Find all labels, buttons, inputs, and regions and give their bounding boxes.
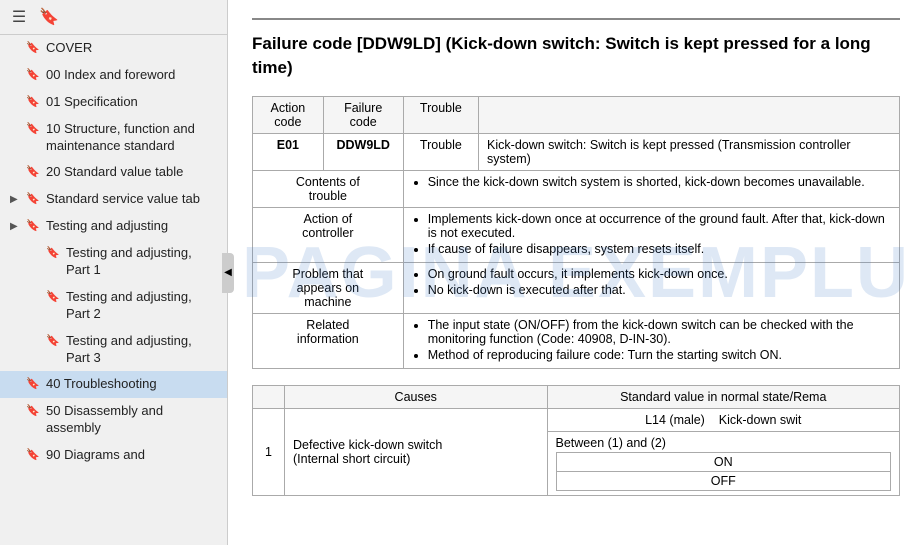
expand-icon-5[interactable]: ▶ bbox=[10, 193, 22, 206]
sidebar-item-8[interactable]: 🔖 Testing and adjusting, Part 2 bbox=[0, 284, 227, 328]
sidebar-item-label-1: 00 Index and foreword bbox=[46, 67, 175, 84]
problem-item-1: On ground fault occurs, it implements ki… bbox=[428, 267, 891, 281]
causes-col-standard: Standard value in normal state/Rema bbox=[547, 385, 900, 408]
sidebar-item-1[interactable]: 🔖 00 Index and foreword bbox=[0, 62, 227, 89]
sidebar-item-label-11: 50 Disassembly and assembly bbox=[46, 403, 219, 437]
sidebar-item-label-6: Testing and adjusting bbox=[46, 218, 168, 235]
col-trouble-desc bbox=[479, 96, 900, 133]
bookmark-item-icon-0: 🔖 bbox=[26, 41, 42, 55]
sidebar-toolbar: ☰ 🔖 bbox=[0, 0, 227, 35]
bookmark-item-icon-10: 🔖 bbox=[26, 377, 42, 391]
contents-label: Contents oftrouble bbox=[253, 170, 404, 207]
bookmark-icon[interactable]: 🔖 bbox=[38, 6, 60, 28]
contents-value: Since the kick-down switch system is sho… bbox=[403, 170, 899, 207]
sidebar-item-2[interactable]: 🔖 01 Specification bbox=[0, 89, 227, 116]
problem-value: On ground fault occurs, it implements ki… bbox=[403, 262, 899, 313]
sidebar-item-label-0: COVER bbox=[46, 40, 92, 57]
action-item-2: If cause of failure disappears, system r… bbox=[428, 242, 891, 256]
sidebar-wrapper: ☰ 🔖 🔖 COVER 🔖 00 Index and foreword 🔖 01 Spec… bbox=[0, 0, 228, 545]
sidebar-item-6[interactable]: ▶ 🔖 Testing and adjusting bbox=[0, 213, 227, 240]
info-table: Action code Failure code Trouble E01 DDW… bbox=[252, 96, 900, 369]
cause-desc-1: Defective kick-down switch(Internal shor… bbox=[285, 408, 548, 495]
menu-icon[interactable]: ☰ bbox=[8, 6, 30, 28]
bookmark-item-icon-5: 🔖 bbox=[26, 192, 42, 206]
sidebar-item-7[interactable]: 🔖 Testing and adjusting, Part 1 bbox=[0, 240, 227, 284]
problem-item-2: No kick-down is executed after that. bbox=[428, 283, 891, 297]
bookmark-item-icon-1: 🔖 bbox=[26, 68, 42, 82]
bookmark-item-icon-12: 🔖 bbox=[26, 448, 42, 462]
page-title: Failure code [DDW9LD] (Kick-down switch:… bbox=[252, 32, 900, 80]
bookmark-item-icon-4: 🔖 bbox=[26, 165, 42, 179]
sidebar: ☰ 🔖 🔖 COVER 🔖 00 Index and foreword 🔖 01 Spec… bbox=[0, 0, 228, 545]
causes-col-causes: Causes bbox=[285, 385, 548, 408]
action-item-1: Implements kick-down once at occurrence … bbox=[428, 212, 891, 240]
sidebar-item-label-10: 40 Troubleshooting bbox=[46, 376, 157, 393]
sidebar-item-3[interactable]: 🔖 10 Structure, function and maintenance … bbox=[0, 116, 227, 160]
sidebar-item-label-8: Testing and adjusting, Part 2 bbox=[66, 289, 219, 323]
cause-number-1: 1 bbox=[253, 408, 285, 495]
main-content: PAGINA EXEMPLU Failure code [DDW9LD] (Ki… bbox=[228, 0, 924, 545]
bookmark-item-icon-6: 🔖 bbox=[26, 219, 42, 233]
trouble-label: Trouble bbox=[403, 133, 478, 170]
sidebar-item-5[interactable]: ▶ 🔖 Standard service value tab bbox=[0, 186, 227, 213]
bookmark-item-icon-2: 🔖 bbox=[26, 95, 42, 109]
related-value: The input state (ON/OFF) from the kick-d… bbox=[403, 313, 899, 368]
causes-col-num bbox=[253, 385, 285, 408]
sidebar-item-label-4: 20 Standard value table bbox=[46, 164, 183, 181]
sidebar-item-label-5: Standard service value tab bbox=[46, 191, 200, 208]
expand-icon-6[interactable]: ▶ bbox=[10, 220, 22, 233]
causes-table: Causes Standard value in normal state/Re… bbox=[252, 385, 900, 496]
sidebar-item-11[interactable]: 🔖 50 Disassembly and assembly bbox=[0, 398, 227, 442]
sidebar-collapse-handle[interactable]: ◀ bbox=[222, 253, 234, 293]
cause-off-value: OFF bbox=[556, 471, 891, 490]
sidebar-item-label-7: Testing and adjusting, Part 1 bbox=[66, 245, 219, 279]
sidebar-item-label-3: 10 Structure, function and maintenance s… bbox=[46, 121, 219, 155]
sidebar-item-0[interactable]: 🔖 COVER bbox=[0, 35, 227, 62]
problem-label: Problem thatappears onmachine bbox=[253, 262, 404, 313]
sidebar-item-10[interactable]: 🔖 40 Troubleshooting bbox=[0, 371, 227, 398]
sidebar-item-label-9: Testing and adjusting, Part 3 bbox=[66, 333, 219, 367]
related-item-1: The input state (ON/OFF) from the kick-d… bbox=[428, 318, 891, 346]
sidebar-items: 🔖 COVER 🔖 00 Index and foreword 🔖 01 Specific… bbox=[0, 35, 227, 469]
bookmark-item-icon-8: 🔖 bbox=[46, 290, 62, 304]
bookmark-item-icon-7: 🔖 bbox=[46, 246, 62, 260]
action-value: Implements kick-down once at occurrence … bbox=[403, 207, 899, 262]
bookmark-item-icon-3: 🔖 bbox=[26, 122, 42, 136]
action-label: Action ofcontroller bbox=[253, 207, 404, 262]
related-item-2: Method of reproducing failure code: Turn… bbox=[428, 348, 891, 362]
sidebar-item-12[interactable]: 🔖 90 Diagrams and bbox=[0, 442, 227, 469]
sidebar-item-4[interactable]: 🔖 20 Standard value table bbox=[0, 159, 227, 186]
top-divider bbox=[252, 18, 900, 20]
cause-subcol-l14: L14 (male) Kick-down swit bbox=[547, 408, 900, 431]
col-trouble: Trouble bbox=[403, 96, 478, 133]
sidebar-item-label-12: 90 Diagrams and bbox=[46, 447, 145, 464]
bookmark-item-icon-11: 🔖 bbox=[26, 404, 42, 418]
failure-code-value: DDW9LD bbox=[323, 133, 403, 170]
col-failure-code: Failure code bbox=[323, 96, 403, 133]
cause-on-value: ON bbox=[556, 452, 891, 471]
cause-between-label: Between (1) and (2) ON OFF bbox=[547, 431, 900, 495]
sidebar-item-label-2: 01 Specification bbox=[46, 94, 138, 111]
sidebar-item-9[interactable]: 🔖 Testing and adjusting, Part 3 bbox=[0, 328, 227, 372]
action-code-value: E01 bbox=[253, 133, 324, 170]
contents-item-1: Since the kick-down switch system is sho… bbox=[428, 175, 891, 189]
col-action-code: Action code bbox=[253, 96, 324, 133]
bookmark-item-icon-9: 🔖 bbox=[46, 334, 62, 348]
trouble-desc: Kick-down switch: Switch is kept pressed… bbox=[479, 133, 900, 170]
related-label: Relatedinformation bbox=[253, 313, 404, 368]
